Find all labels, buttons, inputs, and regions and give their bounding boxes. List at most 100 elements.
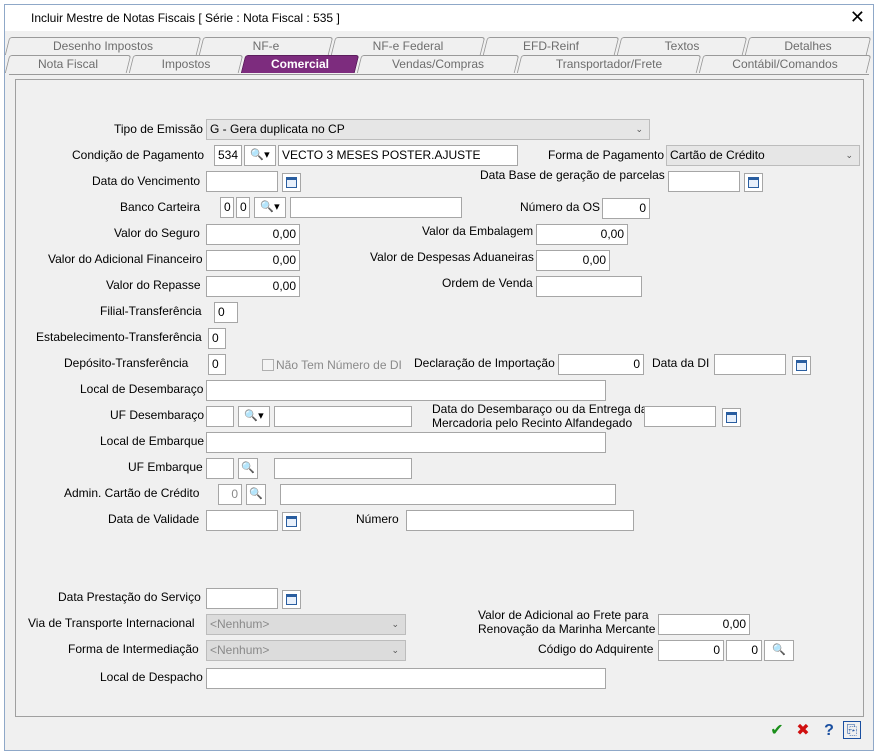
numero-os-input[interactable]: 0 bbox=[602, 198, 650, 219]
local-despacho-input[interactable] bbox=[206, 668, 606, 689]
data-base-parcelas-input[interactable] bbox=[668, 171, 740, 192]
calendar-icon[interactable] bbox=[792, 356, 811, 375]
numero-input[interactable] bbox=[406, 510, 634, 531]
valor-seguro-input[interactable]: 0,00 bbox=[206, 224, 300, 245]
search-icon: 🔍 bbox=[772, 644, 786, 656]
data-vencimento-input[interactable] bbox=[206, 171, 278, 192]
tab-label: Desenho Impostos bbox=[52, 39, 154, 53]
tipo-emissao-value: G - Gera duplicata no CP bbox=[210, 122, 345, 136]
local-embarque-input[interactable] bbox=[206, 432, 606, 453]
tab-label: Vendas/Compras bbox=[391, 57, 485, 71]
condicao-pagamento-search-button[interactable]: 🔍▾ bbox=[244, 145, 276, 166]
forma-intermediacao-select[interactable]: <Nenhum> ⌄ bbox=[206, 640, 406, 661]
tab-label: Transportador/Frete bbox=[555, 57, 663, 71]
estabelecimento-transferencia-label: Estabelecimento-Transferência bbox=[36, 330, 202, 344]
tipo-emissao-label: Tipo de Emissão bbox=[114, 122, 203, 136]
tab-textos[interactable]: Textos bbox=[616, 37, 748, 55]
tab-contabil-comandos[interactable]: Contábil/Comandos bbox=[698, 55, 872, 73]
calendar-icon[interactable] bbox=[282, 512, 301, 531]
uf-embarque-search-button[interactable]: 🔍 bbox=[238, 458, 258, 479]
tab-transportador-frete[interactable]: Transportador/Frete bbox=[516, 55, 702, 73]
data-validade-input[interactable] bbox=[206, 510, 278, 531]
help-button[interactable]: ? bbox=[819, 721, 839, 741]
numero-label: Número bbox=[356, 512, 399, 526]
carteira-input[interactable]: 0 bbox=[236, 197, 250, 218]
tab-impostos[interactable]: Impostos bbox=[128, 55, 244, 73]
tab-nota-fiscal[interactable]: Nota Fiscal bbox=[4, 55, 132, 73]
valor-adicional-frete-input[interactable]: 0,00 bbox=[658, 614, 750, 635]
valor-repasse-input[interactable]: 0,00 bbox=[206, 276, 300, 297]
valor-repasse-label: Valor do Repasse bbox=[106, 278, 201, 292]
deposito-transferencia-input[interactable]: 0 bbox=[208, 354, 226, 375]
tipo-emissao-select[interactable]: G - Gera duplicata no CP ⌄ bbox=[206, 119, 650, 140]
dialog-window: Incluir Mestre de Notas Fiscais [ Série … bbox=[4, 4, 874, 751]
data-vencimento-label: Data do Vencimento bbox=[92, 174, 201, 188]
admin-cartao-description[interactable] bbox=[280, 484, 616, 505]
filial-transferencia-label: Filial-Transferência bbox=[100, 304, 202, 318]
calendar-icon[interactable] bbox=[282, 590, 301, 609]
uf-desembaraco-search-button[interactable]: 🔍▾ bbox=[238, 406, 270, 427]
tab-vendas-compras[interactable]: Vendas/Compras bbox=[356, 55, 520, 73]
banco-description[interactable] bbox=[290, 197, 462, 218]
filial-transferencia-input[interactable]: 0 bbox=[214, 302, 238, 323]
admin-cartao-search-button[interactable]: 🔍 bbox=[246, 484, 266, 505]
tab-label: NF-e bbox=[252, 39, 280, 53]
data-desembaraco-input[interactable] bbox=[644, 406, 716, 427]
forma-pagamento-select[interactable]: Cartão de Crédito ⌄ bbox=[666, 145, 860, 166]
admin-cartao-label: Admin. Cartão de Crédito bbox=[64, 486, 200, 500]
search-icon: 🔍▾ bbox=[250, 149, 270, 161]
cancel-button[interactable]: ✖ bbox=[793, 721, 813, 741]
tab-detalhes[interactable]: Detalhes bbox=[744, 37, 872, 55]
uf-desembaraco-input[interactable] bbox=[206, 406, 234, 427]
declaracao-importacao-input[interactable]: 0 bbox=[558, 354, 644, 375]
condicao-pagamento-description[interactable]: VECTO 3 MESES POSTER.AJUSTE bbox=[278, 145, 518, 166]
tab-desenho-impostos[interactable]: Desenho Impostos bbox=[4, 37, 202, 55]
local-desembaraco-input[interactable] bbox=[206, 380, 606, 401]
calendar-icon[interactable] bbox=[282, 173, 301, 192]
tab-nfe-federal[interactable]: NF-e Federal bbox=[330, 37, 486, 55]
condicao-pagamento-code[interactable]: 534 bbox=[214, 145, 242, 166]
declaracao-importacao-label: Declaração de Importação bbox=[414, 356, 555, 370]
nao-tem-di-label: Não Tem Número de DI bbox=[276, 358, 402, 372]
estabelecimento-transferencia-input[interactable]: 0 bbox=[208, 328, 226, 349]
chevron-down-icon: ⌄ bbox=[635, 124, 643, 134]
codigo-adquirente-search-button[interactable]: 🔍 bbox=[764, 640, 794, 661]
codigo-adquirente-input-2[interactable]: 0 bbox=[726, 640, 762, 661]
valor-embalagem-input[interactable]: 0,00 bbox=[536, 224, 628, 245]
codigo-adquirente-input-1[interactable]: 0 bbox=[658, 640, 724, 661]
save-button[interactable]: ⎘ bbox=[843, 721, 861, 739]
tab-nfe[interactable]: NF-e bbox=[198, 37, 334, 55]
valor-adicional-financeiro-label: Valor do Adicional Financeiro bbox=[48, 252, 203, 266]
admin-cartao-input[interactable]: 0 bbox=[218, 484, 242, 505]
ordem-venda-input[interactable] bbox=[536, 276, 642, 297]
close-button[interactable]: ✕ bbox=[850, 7, 865, 27]
tab-comercial[interactable]: Comercial bbox=[240, 55, 360, 73]
data-desembaraco-label-1: Data do Desembaraço ou da Entrega da bbox=[432, 402, 648, 416]
calendar-icon[interactable] bbox=[744, 173, 763, 192]
deposito-transferencia-label: Depósito-Transferência bbox=[64, 356, 189, 370]
valor-adicional-financeiro-input[interactable]: 0,00 bbox=[206, 250, 300, 271]
banco-carteira-label: Banco Carteira bbox=[120, 200, 201, 214]
ok-button[interactable]: ✔ bbox=[767, 721, 787, 741]
uf-desembaraco-description[interactable] bbox=[274, 406, 412, 427]
uf-desembaraco-label: UF Desembaraço bbox=[110, 408, 205, 422]
data-prestacao-input[interactable] bbox=[206, 588, 278, 609]
banco-input[interactable]: 0 bbox=[220, 197, 234, 218]
numero-os-label: Número da OS bbox=[520, 200, 601, 214]
uf-embarque-description[interactable] bbox=[274, 458, 412, 479]
codigo-adquirente-label: Código do Adquirente bbox=[538, 642, 654, 656]
via-transporte-select[interactable]: <Nenhum> ⌄ bbox=[206, 614, 406, 635]
via-transporte-label: Via de Transporte Internacional bbox=[28, 616, 195, 630]
banco-search-button[interactable]: 🔍▾ bbox=[254, 197, 286, 218]
calendar-icon[interactable] bbox=[722, 408, 741, 427]
tab-label: Nota Fiscal bbox=[37, 57, 99, 71]
valor-despesas-aduaneiras-label: Valor de Despesas Aduaneiras bbox=[370, 250, 534, 264]
data-di-input[interactable] bbox=[714, 354, 786, 375]
tab-label: NF-e Federal bbox=[372, 39, 444, 53]
tab-label: EFD-Reinf bbox=[522, 39, 579, 53]
nao-tem-di-checkbox[interactable] bbox=[262, 359, 274, 371]
uf-embarque-input[interactable] bbox=[206, 458, 234, 479]
tab-efd-reinf[interactable]: EFD-Reinf bbox=[482, 37, 620, 55]
valor-despesas-aduaneiras-input[interactable]: 0,00 bbox=[536, 250, 610, 271]
data-base-parcelas-label: Data Base de geração de parcelas bbox=[480, 168, 665, 182]
